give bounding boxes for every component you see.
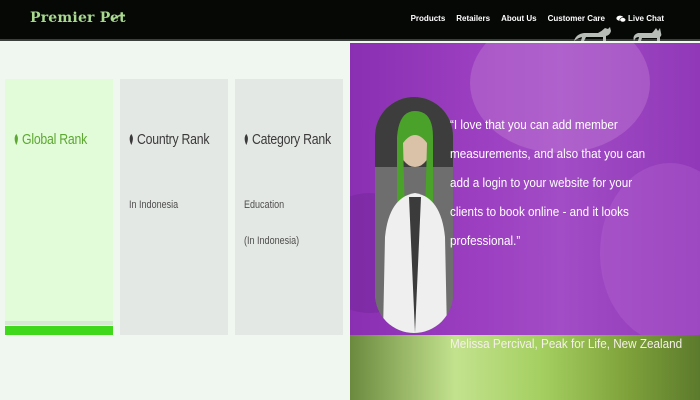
card-heading: Country Rank [128, 131, 210, 148]
nav-about-us[interactable]: About Us [501, 14, 537, 23]
card-title: Country Rank [137, 131, 210, 148]
rank-statistics-section: Global Rank Country Rank In Indonesia Ca… [0, 43, 350, 400]
testimonial-quote: “I love that you can add member measurem… [450, 117, 646, 248]
card-title: Global Rank [22, 131, 88, 148]
nav-customer-care[interactable]: Customer Care [548, 14, 605, 23]
dog-and-cat-silhouette-icon [574, 27, 662, 41]
card-subtitle: Education [244, 199, 285, 211]
global-rank-card[interactable]: Global Rank [5, 79, 113, 335]
chat-bubbles-icon [616, 15, 626, 22]
category-rank-card[interactable]: Category Rank Education (In Indonesia) [235, 79, 343, 335]
country-rank-card[interactable]: Country Rank In Indonesia [120, 79, 228, 335]
main-nav: Products Retailers About Us Customer Car… [411, 14, 664, 23]
card-divider [5, 321, 113, 325]
nav-products[interactable]: Products [411, 14, 446, 23]
card-heading: Category Rank [243, 131, 331, 148]
testimonial-author: Melissa Percival, Peak for Life, New Zea… [450, 336, 683, 351]
testimonial-section: “I love that you can add member measurem… [350, 43, 700, 400]
leaf-icon [14, 134, 18, 145]
nav-live-chat[interactable]: Live Chat [616, 14, 664, 23]
nav-label: Customer Care [547, 14, 605, 23]
top-navigation-bar: Premier Pet Products Retailers About Us … [0, 0, 700, 41]
customer-avatar [375, 97, 453, 333]
card-subtitle: (In Indonesia) [244, 235, 300, 247]
nav-retailers[interactable]: Retailers [456, 14, 490, 23]
leaf-icon [244, 134, 248, 145]
brand-swoosh-icon [112, 14, 126, 21]
nav-label: Live Chat [627, 14, 664, 23]
leaf-icon [129, 134, 133, 145]
active-indicator-bar [5, 326, 113, 335]
nav-label: About Us [501, 14, 537, 23]
card-heading: Global Rank [13, 131, 87, 148]
nav-label: Products [410, 14, 446, 23]
card-subtitle: In Indonesia [129, 199, 179, 211]
card-title: Category Rank [252, 131, 331, 148]
nav-label: Retailers [456, 14, 491, 23]
person-portrait-icon [375, 97, 453, 333]
